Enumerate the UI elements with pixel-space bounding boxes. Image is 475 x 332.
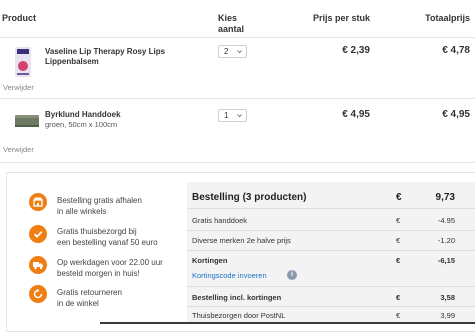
discounts-label: Kortingen xyxy=(192,256,228,265)
product-image-vaseline[interactable] xyxy=(12,46,34,78)
benefit-line1: Gratis thuisbezorgd bij xyxy=(57,227,137,236)
quantity-select[interactable]: 1 xyxy=(218,109,247,122)
summary-title: Bestelling (3 producten) xyxy=(192,192,307,203)
info-icon[interactable]: i xyxy=(287,270,297,280)
return-icon xyxy=(29,285,47,303)
discounts-value: -6,15 xyxy=(437,256,455,265)
summary-total: 9,73 xyxy=(435,192,455,203)
product-variant: groen, 50cm x 100cm xyxy=(45,120,118,129)
summary-divider xyxy=(187,286,475,287)
remove-link[interactable]: Verwijder xyxy=(3,145,34,154)
unit-price: € 2,39 xyxy=(342,45,370,56)
benefit-line1: Gratis retourneren xyxy=(57,288,122,297)
store-icon xyxy=(29,193,47,211)
remove-link[interactable]: Verwijder xyxy=(3,83,34,92)
header-product: Product xyxy=(2,13,37,23)
summary-divider xyxy=(187,250,475,251)
coupon-code-link[interactable]: Kortingscode invoeren xyxy=(192,271,267,280)
quantity-select[interactable]: 2 xyxy=(218,45,247,58)
header-unit-price: Prijs per stuk xyxy=(312,13,370,23)
unit-price: € 4,95 xyxy=(342,109,370,120)
total-incl-discounts-value: 3,58 xyxy=(440,293,455,302)
summary-line-currency: € xyxy=(396,216,401,225)
summary-line-label: Diverse merken 2e halve prijs xyxy=(192,236,291,245)
summary-title-currency: € xyxy=(396,192,402,203)
total-price: € 4,78 xyxy=(442,45,470,56)
header-total-price: Totaalprijs xyxy=(425,13,470,23)
summary-line-value: -1.20 xyxy=(437,236,455,245)
chevron-down-icon xyxy=(237,114,242,118)
order-summary-panel xyxy=(187,182,475,324)
product-image-towel[interactable] xyxy=(14,110,40,130)
row-divider xyxy=(0,98,475,99)
benefit-line2: in alle winkels xyxy=(57,207,107,216)
benefit-line2: in de winkel xyxy=(57,299,99,308)
total-incl-discounts-label: Bestelling incl. kortingen xyxy=(192,293,282,302)
header-divider xyxy=(0,37,475,38)
benefit-line2: besteld morgen in huis! xyxy=(57,269,140,278)
benefit-line1: Bestelling gratis afhalen xyxy=(57,196,142,205)
table-bottom-divider xyxy=(0,162,475,163)
quantity-value: 2 xyxy=(224,47,229,56)
benefit-line2: een bestelling vanaf 50 euro xyxy=(57,238,158,247)
summary-divider xyxy=(187,306,475,307)
header-quantity-line1: Kies xyxy=(218,13,238,23)
product-name-line1[interactable]: Byrklund Handdoek xyxy=(45,110,121,120)
summary-line-label: Gratis handdoek xyxy=(192,216,248,225)
truck-icon xyxy=(29,256,47,274)
check-circle-icon xyxy=(29,225,47,243)
product-name-line2[interactable]: Lippenbalsem xyxy=(45,57,99,67)
discounts-currency: € xyxy=(396,256,401,265)
delivery-value: 3,99 xyxy=(440,311,455,320)
delivery-label: Thuisbezorgen door PostNL xyxy=(192,311,286,320)
benefit-line1: Op werkdagen voor 22.00 uur xyxy=(57,258,163,267)
product-name-line1[interactable]: Vaseline Lip Therapy Rosy Lips xyxy=(45,47,165,57)
summary-line-currency: € xyxy=(396,236,401,245)
summary-line-value: -4.95 xyxy=(437,216,455,225)
delivery-currency: € xyxy=(396,311,401,320)
summary-divider xyxy=(187,230,475,231)
header-quantity-line2: aantal xyxy=(218,24,245,34)
summary-divider xyxy=(187,208,475,209)
total-price: € 4,95 xyxy=(442,109,470,120)
quantity-value: 1 xyxy=(224,111,229,120)
total-incl-discounts-currency: € xyxy=(396,293,401,302)
chevron-down-icon xyxy=(237,50,242,54)
